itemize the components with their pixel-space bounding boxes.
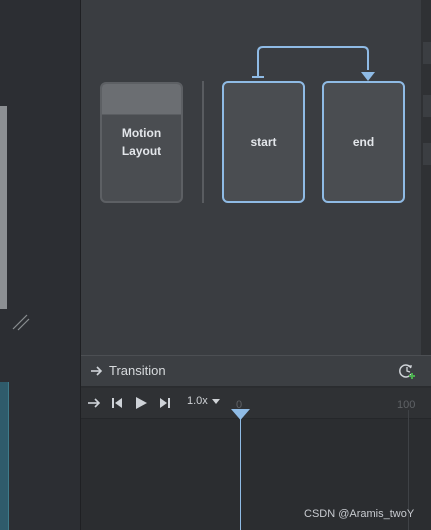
play-icon[interactable]	[133, 395, 149, 411]
transition-title: Transition	[109, 363, 166, 378]
ruler-end-label: 100	[397, 399, 416, 411]
design-canvas-pane	[0, 0, 80, 530]
loop-arrow-icon[interactable]	[86, 395, 102, 411]
end-label: end	[352, 135, 375, 149]
motion-layout-label: Motion Layout	[121, 126, 162, 158]
add-cycle-icon[interactable]	[398, 362, 416, 380]
transition-panel-header: Transition	[81, 355, 431, 387]
timeline-ruler[interactable]: 0 100	[231, 388, 431, 418]
playback-speed-select[interactable]: 1.0x	[187, 395, 220, 407]
tool-strip-item[interactable]	[423, 42, 431, 64]
motion-layout-node-header	[102, 84, 181, 115]
chevron-down-icon	[211, 398, 220, 404]
start-label: start	[250, 135, 277, 149]
resize-handle-icon[interactable]	[12, 314, 30, 332]
blueprint-preview-panel	[0, 382, 9, 530]
skip-to-start-icon[interactable]	[109, 395, 125, 411]
layout-preview-panel	[0, 106, 7, 309]
watermark-text: CSDN @Aramis_twoY	[304, 508, 415, 520]
motion-layout-node[interactable]: Motion Layout	[100, 82, 183, 203]
timeline-toolbar: 1.0x	[81, 388, 231, 418]
skip-to-end-icon[interactable]	[157, 395, 173, 411]
constraint-set-end[interactable]: end	[322, 81, 405, 203]
playhead-handle[interactable]	[231, 409, 250, 420]
playhead-line	[240, 418, 241, 530]
node-separator	[202, 81, 204, 203]
tool-strip-item[interactable]	[423, 143, 431, 165]
transition-arrow[interactable]	[250, 40, 380, 85]
tool-strip-item[interactable]	[423, 95, 431, 117]
constraint-set-start[interactable]: start	[222, 81, 305, 203]
arrow-right-icon	[91, 366, 103, 376]
playback-speed-value: 1.0x	[187, 395, 208, 407]
